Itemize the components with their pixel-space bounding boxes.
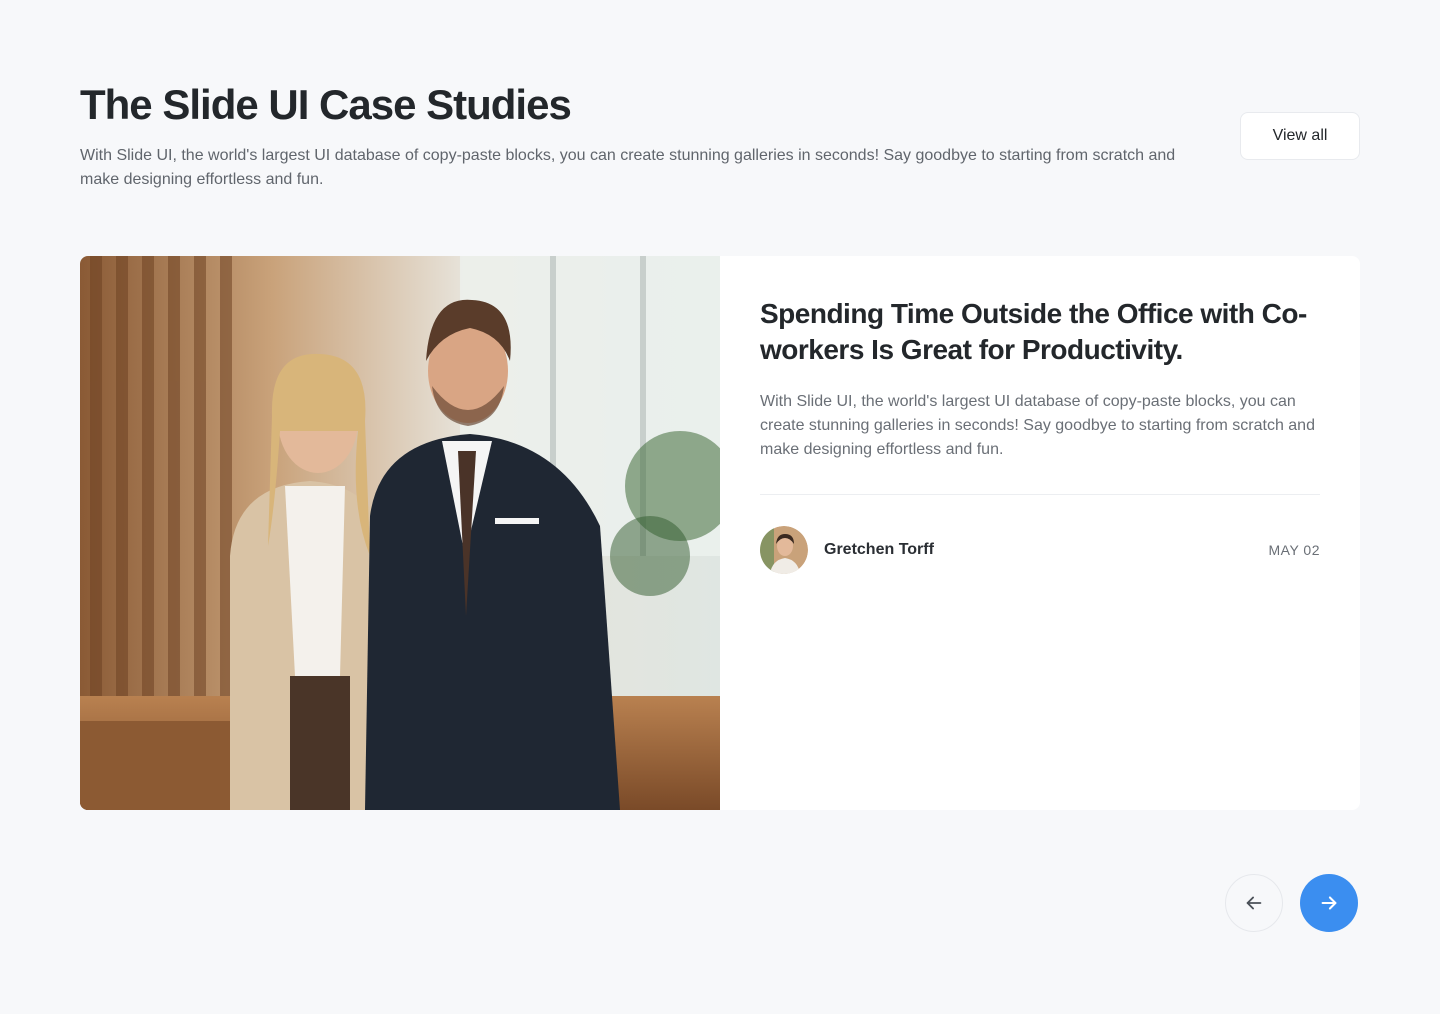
post-date: MAY 02 bbox=[1268, 542, 1320, 558]
case-study-card[interactable]: Spending Time Outside the Office with Co… bbox=[80, 256, 1360, 810]
case-study-image bbox=[80, 256, 720, 810]
avatar[interactable] bbox=[760, 526, 808, 574]
page-title: The Slide UI Case Studies bbox=[80, 81, 572, 128]
card-body: Spending Time Outside the Office with Co… bbox=[760, 296, 1320, 574]
arrow-right-icon bbox=[1321, 896, 1337, 910]
arrow-left-icon bbox=[1246, 896, 1262, 910]
page-subtitle: With Slide UI, the world's largest UI da… bbox=[80, 147, 1176, 188]
next-button[interactable] bbox=[1300, 874, 1358, 932]
divider bbox=[760, 494, 1320, 495]
page: The Slide UI Case Studies With Slide UI,… bbox=[0, 0, 1440, 1014]
author-row: Gretchen Torff MAY 02 bbox=[760, 526, 1320, 574]
author-name[interactable]: Gretchen Torff bbox=[824, 541, 934, 559]
section-header: The Slide UI Case Studies With Slide UI,… bbox=[80, 80, 1360, 200]
view-all-button[interactable]: View all bbox=[1240, 112, 1360, 160]
card-excerpt: With Slide UI, the world's largest UI da… bbox=[760, 393, 1315, 458]
card-title[interactable]: Spending Time Outside the Office with Co… bbox=[760, 296, 1320, 368]
previous-button[interactable] bbox=[1225, 874, 1283, 932]
